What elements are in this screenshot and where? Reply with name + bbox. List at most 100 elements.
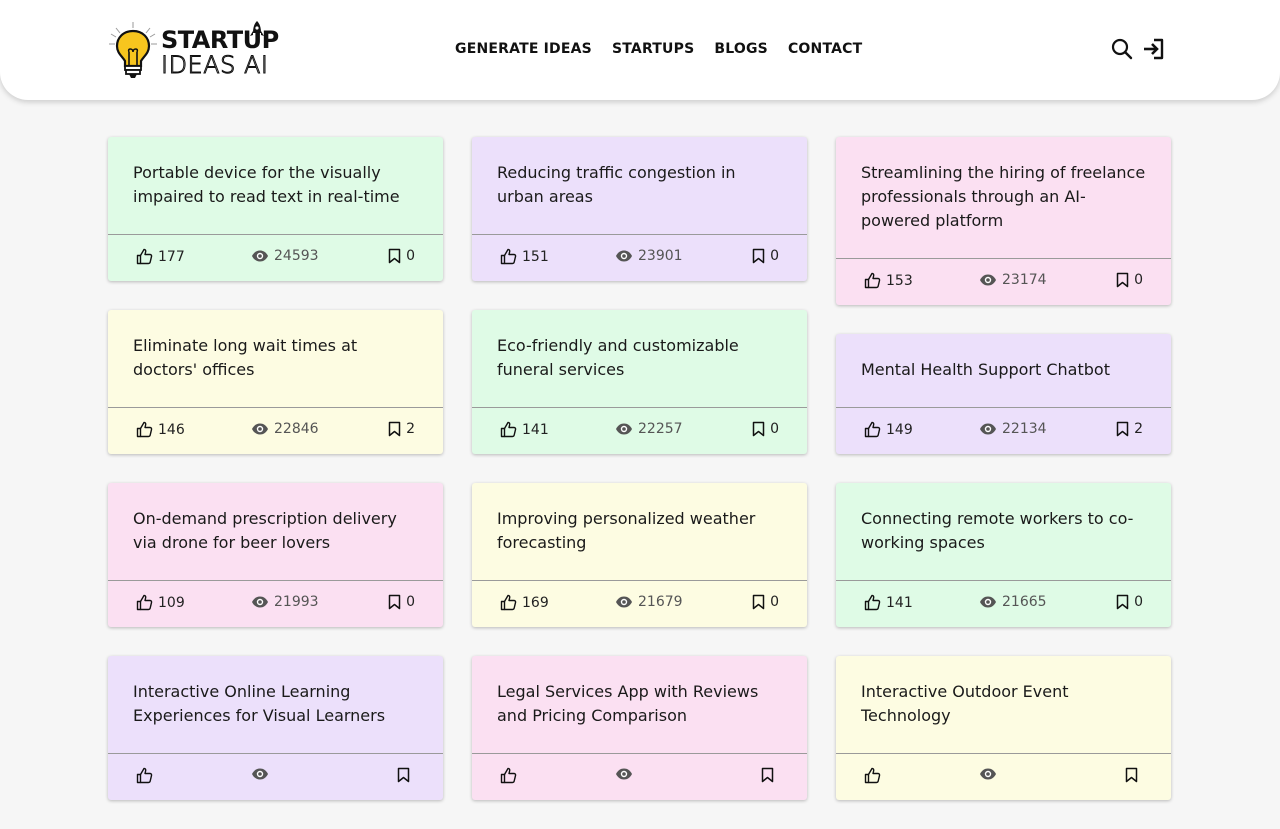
bookmark-icon [761,767,774,783]
bookmark-stat[interactable]: 0 [388,248,415,264]
thumbs-up-icon [864,594,881,611]
like-stat[interactable] [864,767,886,784]
lightbulb-icon [109,22,157,78]
bookmark-stat[interactable]: 0 [1116,272,1143,288]
bookmark-count: 2 [406,421,415,437]
idea-card[interactable]: Interactive Outdoor Event Technology [836,656,1171,800]
idea-card[interactable]: Legal Services App with Reviews and Pric… [472,656,807,800]
bookmark-count: 0 [1134,272,1143,288]
idea-card[interactable]: Eco-friendly and customizable funeral se… [472,310,807,454]
idea-card-footer: 149 22134 2 [836,408,1171,454]
idea-card-title[interactable]: Connecting remote workers to co-working … [836,483,1171,581]
bookmark-icon [1116,594,1129,610]
idea-card[interactable]: Mental Health Support Chatbot 149 22134 [836,334,1171,454]
bookmark-stat[interactable]: 0 [752,594,779,610]
idea-card-title[interactable]: Improving personalized weather forecasti… [472,483,807,581]
idea-card-title[interactable]: Mental Health Support Chatbot [836,334,1171,408]
idea-card-title[interactable]: Portable device for the visually impaire… [108,137,443,235]
idea-card[interactable]: On-demand prescription delivery via dron… [108,483,443,627]
idea-card-title[interactable]: Interactive Outdoor Event Technology [836,656,1171,754]
thumbs-up-icon [136,421,153,438]
bookmark-stat[interactable]: 0 [388,594,415,610]
nav-startups[interactable]: STARTUPS [612,41,694,57]
view-stat: 22846 [251,421,319,437]
idea-card[interactable]: Streamlining the hiring of freelance pro… [836,137,1171,305]
bookmark-icon [388,594,401,610]
bookmark-stat[interactable] [1125,767,1143,783]
like-stat[interactable] [136,767,158,784]
bookmark-stat[interactable]: 0 [1116,594,1143,610]
bookmark-stat[interactable]: 2 [1116,421,1143,437]
like-stat[interactable]: 177 [136,248,185,265]
bookmark-stat[interactable] [397,767,415,783]
idea-card-title[interactable]: On-demand prescription delivery via dron… [108,483,443,581]
idea-card[interactable]: Interactive Online Learning Experiences … [108,656,443,800]
idea-card[interactable]: Eliminate long wait times at doctors' of… [108,310,443,454]
view-count: 21679 [638,594,683,610]
eye-icon [252,596,268,608]
eye-icon [980,274,996,286]
view-count: 24593 [274,248,319,264]
view-stat [615,767,638,781]
bookmark-count: 0 [406,248,415,264]
bookmark-stat[interactable] [761,767,779,783]
bookmark-icon [1116,421,1129,437]
idea-card-footer: 141 21665 0 [836,581,1171,627]
idea-card-title[interactable]: Eliminate long wait times at doctors' of… [108,310,443,408]
view-count: 22846 [274,421,319,437]
login-icon[interactable] [1142,36,1166,62]
like-stat[interactable]: 149 [864,421,913,438]
search-icon[interactable] [1110,36,1134,62]
nav-generate-ideas[interactable]: GENERATE IDEAS [455,41,592,57]
thumbs-up-icon [136,767,153,784]
bookmark-stat[interactable]: 2 [388,421,415,437]
view-stat [251,767,274,781]
idea-card-footer: 177 24593 0 [108,235,443,281]
bookmark-icon [388,421,401,437]
thumbs-up-icon [500,594,517,611]
like-stat[interactable]: 109 [136,594,185,611]
eye-icon [252,250,268,262]
logo[interactable]: STARTUP IDEAS AI [107,20,279,80]
like-stat[interactable]: 146 [136,421,185,438]
thumbs-up-icon [864,421,881,438]
thumbs-up-icon [864,272,881,289]
view-count: 21665 [1002,594,1047,610]
view-stat: 22257 [615,421,683,437]
view-stat: 21665 [979,594,1047,610]
bookmark-stat[interactable]: 0 [752,248,779,264]
idea-card-title[interactable]: Streamlining the hiring of freelance pro… [836,137,1171,259]
like-stat[interactable]: 151 [500,248,549,265]
idea-card-footer: 169 21679 0 [472,581,807,627]
like-count: 141 [522,421,549,438]
like-stat[interactable]: 141 [500,421,549,438]
idea-card-title[interactable]: Eco-friendly and customizable funeral se… [472,310,807,408]
view-stat: 21993 [251,594,319,610]
idea-card[interactable]: Portable device for the visually impaire… [108,137,443,281]
bookmark-icon [1125,767,1138,783]
grid-column-2: Reducing traffic congestion in urban are… [472,137,807,829]
like-stat[interactable] [500,767,522,784]
grid-column-3: Streamlining the hiring of freelance pro… [836,137,1171,829]
idea-card-title[interactable]: Reducing traffic congestion in urban are… [472,137,807,235]
like-stat[interactable]: 153 [864,272,913,289]
bookmark-icon [388,248,401,264]
idea-card-title[interactable]: Interactive Online Learning Experiences … [108,656,443,754]
view-count: 23174 [1002,272,1047,288]
idea-card-footer [836,754,1171,800]
idea-card[interactable]: Connecting remote workers to co-working … [836,483,1171,627]
thumbs-up-icon [136,594,153,611]
grid-column-1: Portable device for the visually impaire… [108,137,443,829]
idea-card-title[interactable]: Legal Services App with Reviews and Pric… [472,656,807,754]
idea-card-footer: 151 23901 0 [472,235,807,281]
like-count: 109 [158,594,185,611]
like-stat[interactable]: 169 [500,594,549,611]
bookmark-stat[interactable]: 0 [752,421,779,437]
idea-card-footer: 141 22257 0 [472,408,807,454]
like-stat[interactable]: 141 [864,594,913,611]
idea-card[interactable]: Reducing traffic congestion in urban are… [472,137,807,281]
idea-card[interactable]: Improving personalized weather forecasti… [472,483,807,627]
nav-contact[interactable]: CONTACT [788,41,862,57]
nav-blogs[interactable]: BLOGS [714,41,768,57]
view-count: 21993 [274,594,319,610]
